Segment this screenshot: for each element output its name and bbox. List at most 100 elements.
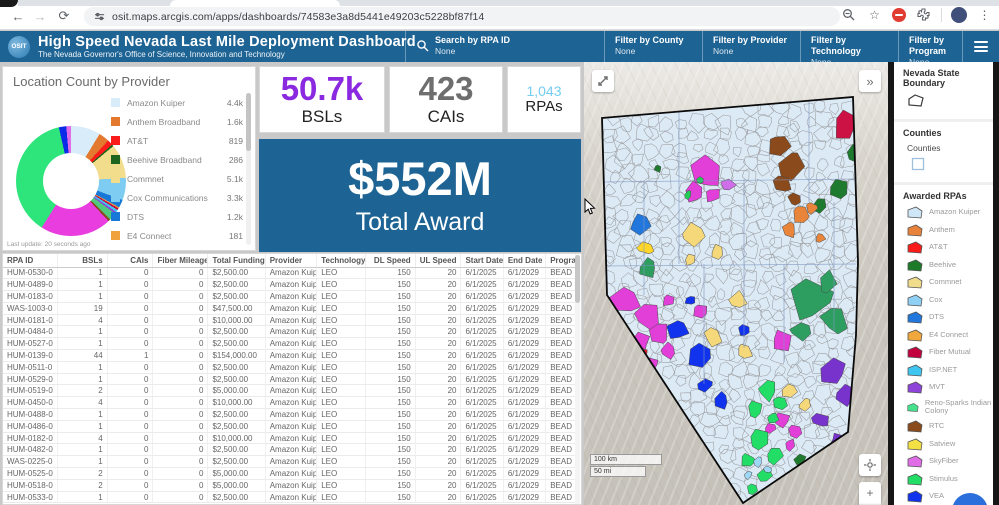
legend-item[interactable]: AT&T819 — [111, 131, 243, 150]
table-row[interactable]: HUM-0484-0100$2,500.00Amazon Kuip ...LEO… — [3, 326, 576, 338]
table-cell: 20 — [415, 420, 461, 432]
table-row[interactable]: HUM-0529-0100$2,500.00Amazon Kuip ...LEO… — [3, 373, 576, 385]
table-cell: 6/1/2025 — [461, 279, 503, 291]
table-cell: 0 — [107, 456, 153, 468]
table-cell: 6/1/2029 — [503, 491, 545, 503]
column-header[interactable]: RPA ID — [3, 254, 58, 267]
column-header[interactable]: Technology — [317, 254, 366, 267]
address-bar[interactable]: osit.maps.arcgis.com/apps/dashboards/745… — [84, 7, 840, 26]
table-cell: $2,500.00 — [208, 279, 265, 291]
table-row[interactable]: HUM-0519-0200$5,000.00Amazon Kuip ...LEO… — [3, 385, 576, 397]
table-row[interactable]: HUM-0489-0100$2,500.00Amazon Kuip ...LEO… — [3, 279, 576, 291]
map-zoom-in-button[interactable]: + — [859, 482, 881, 504]
legend-item[interactable]: Commnet5.1k — [111, 169, 243, 188]
table-cell: $10,000.00 — [208, 397, 265, 409]
legend-item[interactable]: Amazon Kuiper4.4k — [111, 93, 243, 112]
table-cell: LEO — [317, 338, 366, 350]
zoom-icon[interactable] — [840, 6, 857, 23]
column-header[interactable]: Start Date — [461, 254, 503, 267]
nevada-map[interactable]: » + − 100 km 50 mi — [584, 62, 888, 505]
table-cell: 0 — [107, 444, 153, 456]
table-row[interactable]: HUM-0525-0200$5,000.00Amazon Kuip ...LEO… — [3, 468, 576, 480]
map-expand-button[interactable] — [592, 70, 614, 92]
table-scrollbar[interactable] — [575, 255, 580, 504]
legend-item[interactable]: Anthem Broadband1.6k — [111, 112, 243, 131]
table-cell: 0 — [107, 420, 153, 432]
table-row[interactable]: HUM-0486-0100$2,500.00Amazon Kuip ...LEO… — [3, 420, 576, 432]
table-cell: 0 — [153, 420, 208, 432]
site-settings-icon[interactable] — [94, 11, 105, 22]
column-header[interactable]: End Date — [503, 254, 545, 267]
map-panel-collapse-button[interactable]: » — [859, 70, 881, 92]
table-cell: LEO — [317, 350, 366, 362]
column-header[interactable]: CAIs — [107, 254, 153, 267]
bookmark-star-icon[interactable]: ☆ — [866, 6, 883, 23]
column-header[interactable]: Fiber Mileage — [153, 254, 208, 267]
table-row[interactable]: HUM-0518-0200$5,000.00Amazon Kuip ...LEO… — [3, 479, 576, 491]
table-row[interactable]: HUM-0482-0100$2,500.00Amazon Kuip ...LEO… — [3, 444, 576, 456]
table-cell: 0 — [107, 267, 153, 279]
table-row[interactable]: WAS-1003-01900$47,500.00Amazon Kuip ...L… — [3, 302, 576, 314]
table-row[interactable]: HUM-0181-0400$10,000.00Amazon Kuip ...LE… — [3, 314, 576, 326]
table-cell: BEAD — [546, 456, 576, 468]
column-header[interactable]: UL Speed — [415, 254, 461, 267]
location-count-panel: Location Count by Provider Amazon Kuiper… — [2, 66, 256, 251]
extensions-puzzle-icon[interactable] — [915, 6, 932, 23]
filter-by-provider[interactable]: Filter by Provider None — [702, 31, 800, 62]
legend-scrollbar[interactable] — [246, 93, 251, 245]
rpa-legend-label: MVT — [929, 383, 945, 392]
filter-by-county[interactable]: Filter by County None — [604, 31, 702, 62]
column-header[interactable]: Program — [546, 254, 576, 267]
table-cell: 6/1/2025 — [461, 314, 503, 326]
rpa-legend-label: E4 Connect — [929, 331, 968, 340]
rpa-legend-label: Beehive — [929, 261, 956, 270]
legend-item[interactable]: E4 Connect181 — [111, 226, 243, 245]
table-cell: 0 — [153, 385, 208, 397]
table-cell: 0 — [107, 373, 153, 385]
search-by-rpa-id[interactable]: Search by RPA ID None — [405, 31, 604, 62]
table-row[interactable]: HUM-0182-0400$10,000.00Amazon Kuip ...LE… — [3, 432, 576, 444]
legend-item[interactable]: Cox Communications3.3k — [111, 188, 243, 207]
legend-label: Anthem Broadband — [127, 117, 227, 127]
rpa-legend-item: E4 Connect — [907, 329, 993, 342]
rpa-table[interactable]: RPA IDBSLsCAIsFiber MileageTotal Funding… — [3, 254, 576, 503]
column-header[interactable]: DL Speed — [366, 254, 415, 267]
table-row[interactable]: HUM-0511-0100$2,500.00Amazon Kuip ...LEO… — [3, 361, 576, 373]
table-row[interactable]: HUM-0530-0100$2,500.00Amazon Kuip ...LEO… — [3, 267, 576, 279]
table-row[interactable]: HUM-0488-0100$2,500.00Amazon Kuip ...LEO… — [3, 409, 576, 421]
table-row[interactable]: HUM-0527-0100$2,500.00Amazon Kuip ...LEO… — [3, 338, 576, 350]
column-header[interactable]: BSLs — [58, 254, 107, 267]
table-row[interactable]: HUM-0533-0100$2,500.00Amazon Kuip ...LEO… — [3, 491, 576, 503]
table-cell: 150 — [366, 468, 415, 480]
filter-by-program[interactable]: Filter by Program None — [898, 31, 962, 62]
table-row[interactable]: HUM-0139-04410$154,000.00Amazon Kuip ...… — [3, 350, 576, 362]
legend-item[interactable]: DTS1.2k — [111, 207, 243, 226]
rpa-legend-label: Stimulus — [929, 475, 958, 484]
back-button[interactable]: ← — [8, 6, 28, 26]
table-row[interactable]: HUM-0450-0400$10,000.00Amazon Kuip ...LE… — [3, 397, 576, 409]
table-row[interactable]: WAS-0225-0100$2,500.00Amazon Kuip ...LEO… — [3, 456, 576, 468]
table-cell: HUM-0488-0 — [3, 409, 58, 421]
profile-avatar[interactable] — [951, 7, 967, 23]
provider-donut-chart[interactable] — [16, 126, 126, 236]
filter-label: Search by RPA ID — [435, 35, 510, 46]
table-cell: BEAD — [546, 491, 576, 503]
table-cell: BEAD — [546, 373, 576, 385]
header-menu-button[interactable] — [962, 31, 999, 62]
adblock-extension-icon[interactable] — [892, 8, 906, 22]
table-cell: LEO — [317, 314, 366, 326]
rpas-label: RPAs — [525, 98, 562, 115]
legend-item[interactable]: Beehive Broadband286 — [111, 150, 243, 169]
filter-by-technology[interactable]: Filter by Technology None — [800, 31, 898, 62]
column-header[interactable]: Total Funding — [208, 254, 265, 267]
forward-button[interactable]: → — [30, 6, 50, 26]
reload-button[interactable]: ⟳ — [54, 6, 74, 26]
column-header[interactable]: Provider — [265, 254, 317, 267]
table-cell: 0 — [153, 350, 208, 362]
table-cell: HUM-0183-0 — [3, 291, 58, 303]
table-cell: 44 — [58, 350, 107, 362]
table-row[interactable]: HUM-0183-0100$2,500.00Amazon Kuip ...LEO… — [3, 291, 576, 303]
browser-tab[interactable] — [170, 0, 340, 6]
map-locate-button[interactable] — [859, 454, 881, 476]
browser-menu-icon[interactable]: ⋮ — [976, 6, 993, 23]
